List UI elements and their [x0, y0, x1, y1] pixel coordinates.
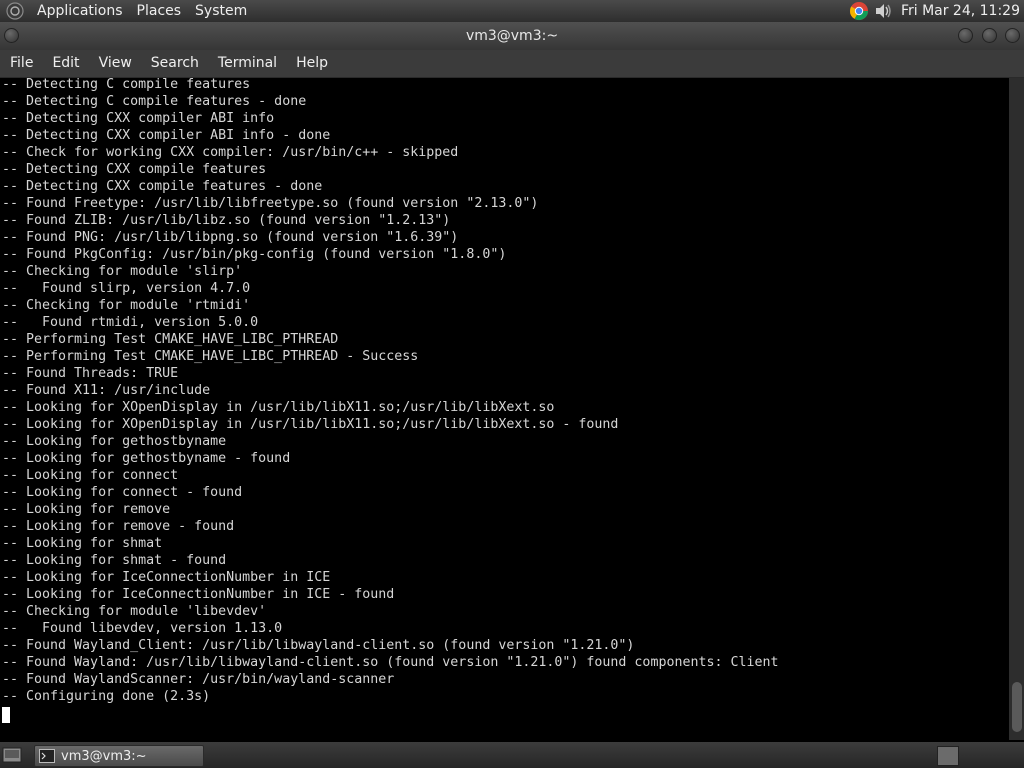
terminal-line: -- Performing Test CMAKE_HAVE_LIBC_PTHRE…: [2, 332, 339, 347]
terminal-line: -- Detecting CXX compiler ABI info: [2, 111, 275, 126]
chrome-icon[interactable]: [849, 1, 869, 21]
terminal-line: -- Found libevdev, version 1.13.0: [2, 621, 283, 636]
terminal-line: -- Check for working CXX compiler: /usr/…: [2, 145, 459, 160]
terminal-line: -- Found Wayland_Client: /usr/lib/libway…: [2, 638, 635, 653]
workspace-switcher[interactable]: [937, 746, 959, 766]
terminal-line: -- Looking for remove - found: [2, 519, 235, 534]
window-menu-button[interactable]: [4, 28, 19, 43]
terminal-line: -- Looking for remove: [2, 502, 171, 517]
terminal-line: -- Found rtmidi, version 5.0.0: [2, 315, 259, 330]
terminal-line: -- Checking for module 'rtmidi': [2, 298, 251, 313]
terminal-line: -- Looking for gethostbyname - found: [2, 451, 291, 466]
terminal-line: -- Looking for IceConnectionNumber in IC…: [2, 587, 395, 602]
minimize-button[interactable]: [958, 28, 973, 43]
terminal-line: -- Looking for XOpenDisplay in /usr/lib/…: [2, 417, 619, 432]
terminal-line: -- Performing Test CMAKE_HAVE_LIBC_PTHRE…: [2, 349, 419, 364]
menu-search[interactable]: Search: [141, 50, 208, 77]
terminal-line: -- Found WaylandScanner: /usr/bin/waylan…: [2, 672, 395, 687]
bottom-panel: vm3@vm3:~: [0, 742, 1024, 768]
taskbar-button-terminal[interactable]: vm3@vm3:~: [34, 745, 204, 767]
terminal-icon: [39, 749, 55, 763]
terminal-line: -- Found PkgConfig: /usr/bin/pkg-config …: [2, 247, 507, 262]
terminal-line: -- Detecting C compile features - done: [2, 94, 307, 109]
terminal-line: -- Looking for connect - found: [2, 485, 243, 500]
menu-applications[interactable]: Applications: [30, 0, 130, 22]
terminal-line: -- Looking for shmat: [2, 536, 163, 551]
menu-edit[interactable]: Edit: [42, 50, 88, 77]
terminal-line: -- Detecting CXX compiler ABI info - don…: [2, 128, 331, 143]
terminal-line: -- Detecting C compile features: [2, 78, 251, 92]
menu-help[interactable]: Help: [286, 50, 337, 77]
terminal-menubar: File Edit View Search Terminal Help: [0, 50, 1024, 78]
menu-view[interactable]: View: [89, 50, 141, 77]
terminal-line: -- Found PNG: /usr/lib/libpng.so (found …: [2, 230, 459, 245]
terminal-text[interactable]: -- Detecting C compile features -- Detec…: [0, 78, 1009, 705]
close-button[interactable]: [1005, 28, 1020, 43]
terminal-line: -- Looking for connect: [2, 468, 179, 483]
terminal-line: -- Configuring done (2.3s): [2, 689, 211, 704]
terminal-line: -- Detecting CXX compile features - done: [2, 179, 323, 194]
terminal-line: -- Found slirp, version 4.7.0: [2, 281, 251, 296]
gnome-foot-icon[interactable]: [6, 2, 24, 20]
terminal-line: -- Found X11: /usr/include: [2, 383, 211, 398]
terminal-scrollbar[interactable]: [1009, 78, 1024, 740]
terminal-line: -- Checking for module 'slirp': [2, 264, 243, 279]
taskbar-button-label: vm3@vm3:~: [61, 748, 147, 764]
window-title: vm3@vm3:~: [465, 28, 559, 44]
terminal-line: -- Found Threads: TRUE: [2, 366, 179, 381]
menu-terminal[interactable]: Terminal: [208, 50, 286, 77]
terminal-line: -- Found ZLIB: /usr/lib/libz.so (found v…: [2, 213, 451, 228]
window-titlebar[interactable]: vm3@vm3:~: [0, 22, 1024, 50]
volume-icon[interactable]: [873, 1, 893, 21]
terminal-line: -- Detecting CXX compile features: [2, 162, 267, 177]
top-panel: Applications Places System Fri Mar 24, 1…: [0, 0, 1024, 22]
menu-system[interactable]: System: [188, 0, 254, 22]
terminal-line: -- Looking for XOpenDisplay in /usr/lib/…: [2, 400, 555, 415]
terminal-output[interactable]: -- Detecting C compile features -- Detec…: [0, 78, 1009, 740]
clock[interactable]: Fri Mar 24, 11:29: [893, 3, 1024, 19]
terminal-line: -- Found Wayland: /usr/lib/libwayland-cl…: [2, 655, 779, 670]
scrollbar-thumb[interactable]: [1012, 682, 1022, 732]
menu-file[interactable]: File: [0, 50, 42, 77]
show-desktop-icon[interactable]: [2, 746, 22, 764]
terminal-line: -- Checking for module 'libevdev': [2, 604, 267, 619]
terminal-line: -- Looking for gethostbyname: [2, 434, 227, 449]
maximize-button[interactable]: [982, 28, 997, 43]
terminal-line: -- Looking for shmat - found: [2, 553, 227, 568]
terminal-line: -- Found Freetype: /usr/lib/libfreetype.…: [2, 196, 539, 211]
menu-places[interactable]: Places: [130, 0, 189, 22]
terminal-cursor: [2, 707, 10, 723]
terminal-line: -- Looking for IceConnectionNumber in IC…: [2, 570, 331, 585]
